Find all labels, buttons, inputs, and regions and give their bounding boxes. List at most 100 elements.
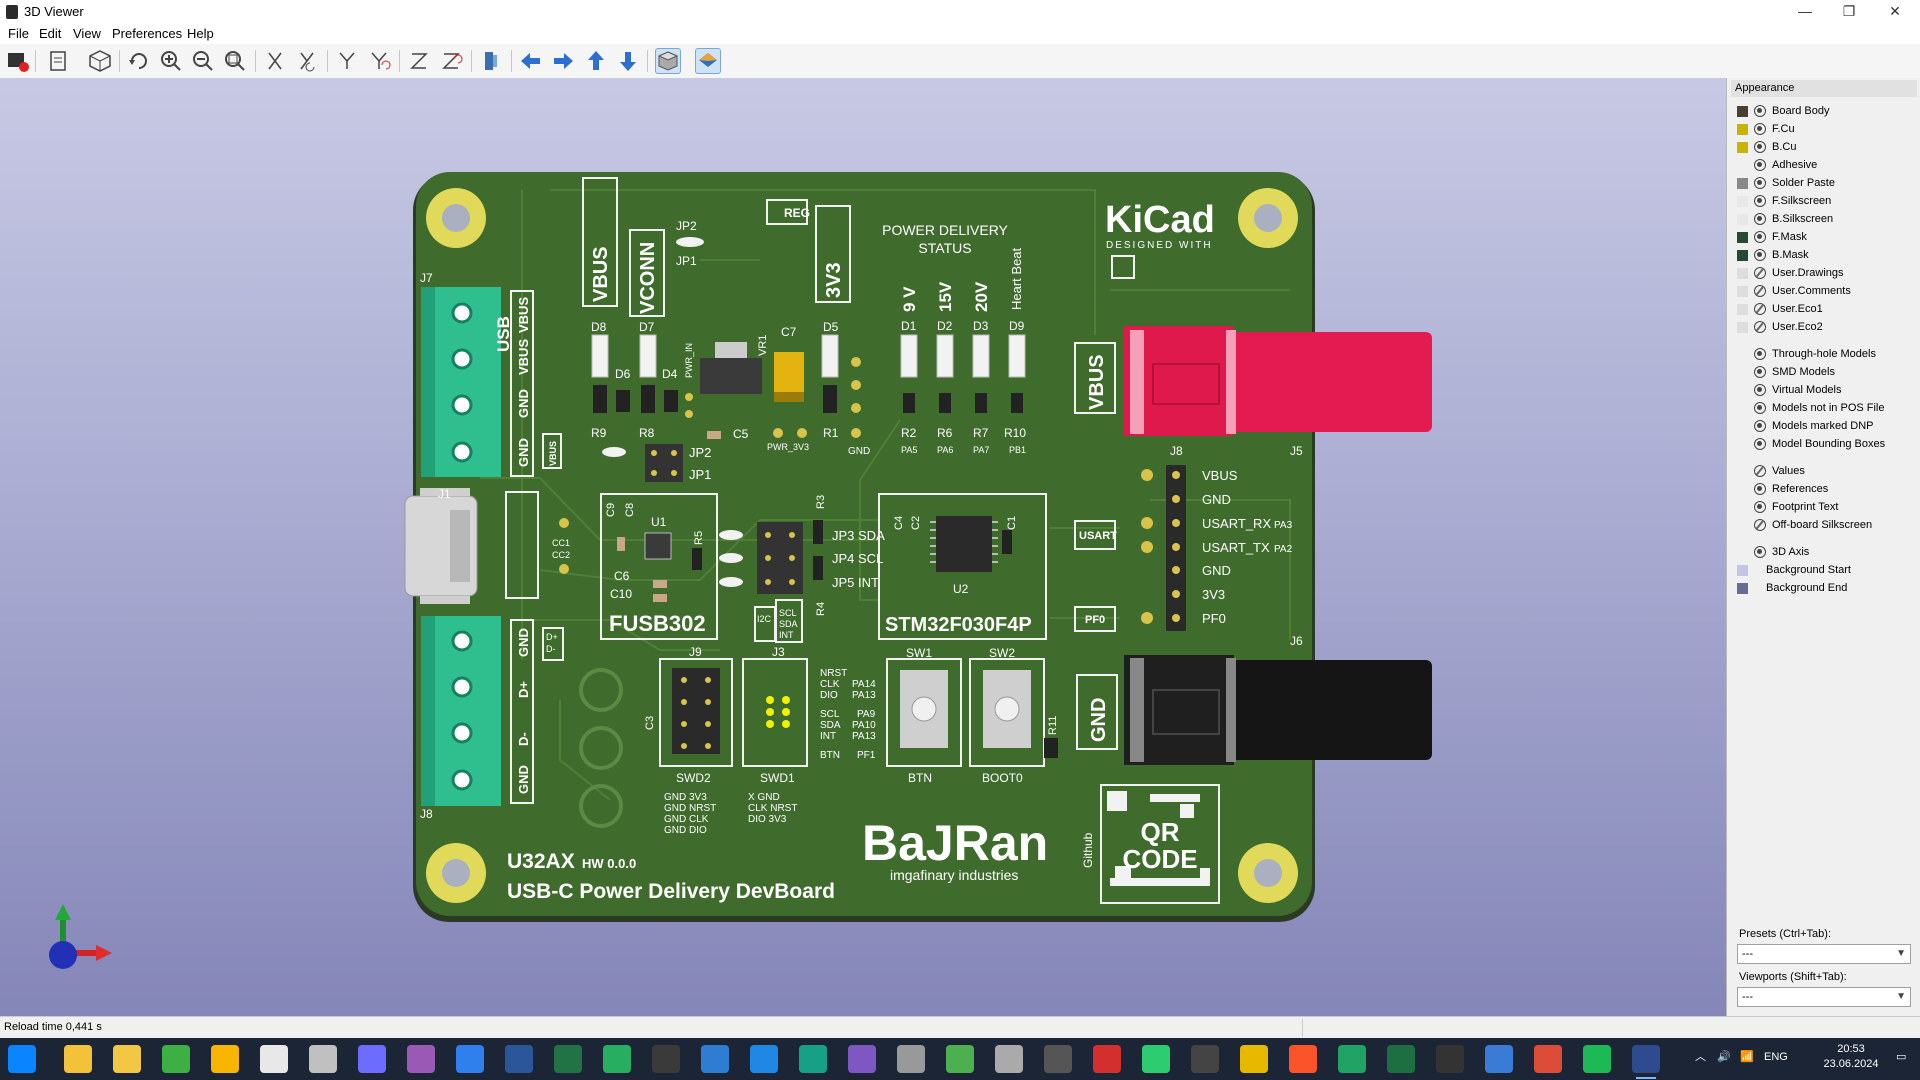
layer-row-b-mask[interactable]: B.Mask — [1737, 246, 1809, 264]
layer-row-background-end[interactable]: Background End — [1737, 579, 1847, 597]
wifi-icon[interactable]: 📶 — [1740, 1050, 1754, 1065]
layer-row-solder-paste[interactable]: Solder Paste — [1737, 174, 1835, 192]
eye-hidden-icon[interactable] — [1754, 465, 1766, 477]
layer-row-references[interactable]: References — [1737, 480, 1828, 498]
menu-edit[interactable]: Edit — [39, 26, 61, 41]
app-hex-icon[interactable] — [848, 1045, 876, 1073]
eye-visible-icon[interactable] — [1754, 177, 1766, 189]
color-swatch[interactable] — [1737, 303, 1748, 315]
layer-row-through-hole-models[interactable]: Through-hole Models — [1737, 345, 1876, 363]
eye-visible-icon[interactable] — [1754, 141, 1766, 153]
copy-image-icon[interactable] — [46, 48, 72, 74]
minimize-button[interactable]: — — [1782, 0, 1828, 24]
eye-visible-icon[interactable] — [1754, 123, 1766, 135]
app-green-icon[interactable] — [162, 1045, 190, 1073]
app-bolt-icon[interactable] — [1240, 1045, 1268, 1073]
notes-icon[interactable] — [113, 1045, 141, 1073]
restore-button[interactable]: ❐ — [1826, 0, 1872, 24]
color-swatch[interactable] — [1737, 105, 1748, 117]
eye-visible-icon[interactable] — [1754, 213, 1766, 225]
pan-right-icon[interactable] — [550, 48, 576, 74]
layer-row-3d-axis[interactable]: 3D Axis — [1737, 543, 1809, 561]
app-diamond-icon[interactable] — [407, 1045, 435, 1073]
brave-icon[interactable] — [1289, 1045, 1317, 1073]
layer-row-models-marked-dnp[interactable]: Models marked DNP — [1737, 417, 1873, 435]
layer-row-footprint-text[interactable]: Footprint Text — [1737, 498, 1838, 516]
language-indicator[interactable]: ENG — [1764, 1050, 1788, 1065]
layer-row-user-eco1[interactable]: User.Eco1 — [1737, 300, 1823, 318]
layer-row-virtual-models[interactable]: Virtual Models — [1737, 381, 1842, 399]
color-swatch[interactable] — [1737, 564, 1748, 576]
eye-visible-icon[interactable] — [1754, 366, 1766, 378]
viewports-select[interactable]: --- ▼ — [1737, 987, 1911, 1007]
menu-view[interactable]: View — [73, 26, 101, 41]
eye-visible-icon[interactable] — [1754, 483, 1766, 495]
app-word-icon[interactable] — [505, 1045, 533, 1073]
layer-row-models-not-in-pos-file[interactable]: Models not in POS File — [1737, 399, 1885, 417]
app-network-icon[interactable] — [456, 1045, 484, 1073]
layers-manager-icon[interactable] — [695, 48, 721, 74]
color-swatch[interactable] — [1737, 285, 1748, 297]
menu-preferences[interactable]: Preferences — [112, 26, 182, 41]
app-prg-icon[interactable] — [701, 1045, 729, 1073]
app-green3-icon[interactable] — [1338, 1045, 1366, 1073]
rotate-x-cw-icon[interactable] — [262, 48, 288, 74]
close-button[interactable]: ✕ — [1872, 0, 1918, 24]
app-excel2-icon[interactable] — [1387, 1045, 1415, 1073]
eye-visible-icon[interactable] — [1754, 249, 1766, 261]
menu-file[interactable]: File — [8, 26, 29, 41]
eye-hidden-icon[interactable] — [1754, 303, 1766, 315]
app-yellow-icon[interactable] — [211, 1045, 239, 1073]
github-icon[interactable] — [1191, 1045, 1219, 1073]
menu-help[interactable]: Help — [187, 26, 214, 41]
eye-visible-icon[interactable] — [1754, 348, 1766, 360]
layer-row-b-silkscreen[interactable]: B.Silkscreen — [1737, 210, 1833, 228]
color-swatch[interactable] — [1737, 177, 1748, 189]
calendar-icon[interactable] — [309, 1045, 337, 1073]
app-green2-icon[interactable] — [603, 1045, 631, 1073]
layer-row-model-bounding-boxes[interactable]: Model Bounding Boxes — [1737, 435, 1885, 453]
layer-row-user-eco2[interactable]: User.Eco2 — [1737, 318, 1823, 336]
notifications-icon[interactable]: ▭ — [1896, 1050, 1906, 1065]
start-icon[interactable] — [8, 1045, 36, 1073]
pan-left-icon[interactable] — [518, 48, 544, 74]
eye-visible-icon[interactable] — [1754, 501, 1766, 513]
app-remote-icon[interactable] — [1485, 1045, 1513, 1073]
layer-row-background-start[interactable]: Background Start — [1737, 561, 1851, 579]
zoom-in-icon[interactable] — [158, 48, 184, 74]
clock[interactable]: 20:53 23.06.2024 — [1815, 1042, 1887, 1072]
layer-row-user-drawings[interactable]: User.Drawings — [1737, 264, 1844, 282]
reload-board-icon[interactable] — [87, 48, 113, 74]
color-swatch[interactable] — [1737, 213, 1748, 225]
app-tree-icon[interactable] — [946, 1045, 974, 1073]
redraw-icon[interactable] — [126, 48, 152, 74]
eye-visible-icon[interactable] — [1754, 438, 1766, 450]
layer-row-values[interactable]: Values — [1737, 462, 1805, 480]
zoom-out-icon[interactable] — [190, 48, 216, 74]
3d-viewport[interactable]: KiCad DESIGNED WITH QR CODE U32AX HW 0.0… — [0, 78, 1726, 1016]
render-raytrace-icon[interactable] — [5, 48, 31, 74]
zoom-fit-icon[interactable] — [222, 48, 248, 74]
flip-board-icon[interactable] — [478, 48, 504, 74]
rotate-z-ccw-icon[interactable] — [438, 48, 464, 74]
eye-visible-icon[interactable] — [1754, 195, 1766, 207]
eye-visible-icon[interactable] — [1754, 420, 1766, 432]
eye-hidden-icon[interactable] — [1754, 519, 1766, 531]
app-bird-icon[interactable] — [897, 1045, 925, 1073]
app-doc-icon[interactable] — [260, 1045, 288, 1073]
acrobat-icon[interactable] — [1093, 1045, 1121, 1073]
app-u-icon[interactable] — [1583, 1045, 1611, 1073]
rotate-z-cw-icon[interactable] — [406, 48, 432, 74]
color-swatch[interactable] — [1737, 123, 1748, 135]
layer-row-adhesive[interactable]: Adhesive — [1737, 156, 1817, 174]
eye-hidden-icon[interactable] — [1754, 285, 1766, 297]
color-swatch[interactable] — [1737, 321, 1748, 333]
chevron-up-icon[interactable]: ︿ — [1695, 1050, 1706, 1065]
pan-up-icon[interactable] — [583, 48, 609, 74]
layer-row-b-cu[interactable]: B.Cu — [1737, 138, 1796, 156]
layer-row-user-comments[interactable]: User.Comments — [1737, 282, 1851, 300]
layer-row-f-mask[interactable]: F.Mask — [1737, 228, 1807, 246]
color-swatch[interactable] — [1737, 267, 1748, 279]
eye-hidden-icon[interactable] — [1754, 321, 1766, 333]
layer-row-board-body[interactable]: Board Body — [1737, 102, 1829, 120]
